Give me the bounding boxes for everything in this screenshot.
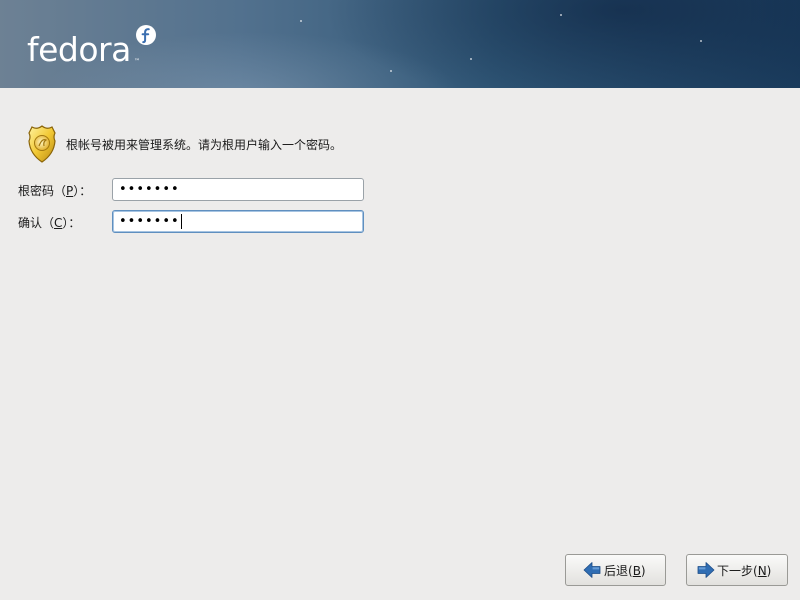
police-badge-icon bbox=[28, 125, 56, 163]
arrow-left-icon bbox=[583, 562, 601, 578]
back-button-label: 后退(B) bbox=[604, 562, 646, 579]
logo-wordmark: fedora bbox=[27, 30, 131, 69]
fedora-infinity-f-icon bbox=[136, 25, 156, 45]
confirm-password-value: ••••••• bbox=[119, 214, 180, 229]
banner-star bbox=[390, 70, 392, 72]
root-password-field[interactable]: ••••••• bbox=[112, 178, 364, 201]
intro-row: 根帐号被用来管理系统。请为根用户输入一个密码。 bbox=[26, 124, 342, 164]
text-caret bbox=[180, 214, 182, 229]
label-text: ) bbox=[766, 563, 772, 578]
banner-star bbox=[300, 20, 302, 22]
header-banner: fedora ™ bbox=[0, 0, 800, 88]
next-button-label: 下一步(N) bbox=[717, 562, 771, 579]
banner-star bbox=[560, 14, 562, 16]
confirm-password-field[interactable]: ••••••• bbox=[112, 210, 364, 233]
logo-trademark: ™ bbox=[134, 58, 140, 65]
mnemonic-letter: N bbox=[757, 563, 767, 578]
banner-star bbox=[700, 40, 702, 42]
intro-text: 根帐号被用来管理系统。请为根用户输入一个密码。 bbox=[66, 137, 343, 152]
root-password-value: ••••••• bbox=[119, 182, 180, 197]
label-text: ）： bbox=[73, 184, 92, 198]
confirm-password-label: 确认（C）： bbox=[18, 214, 80, 231]
next-button[interactable]: 下一步(N) bbox=[686, 554, 788, 586]
back-button[interactable]: 后退(B) bbox=[565, 554, 666, 586]
label-text: ) bbox=[640, 563, 646, 578]
label-text: 后退( bbox=[604, 563, 633, 578]
root-password-label: 根密码（P）： bbox=[18, 182, 91, 199]
label-text: 下一步( bbox=[717, 563, 758, 578]
banner-star bbox=[470, 58, 472, 60]
mnemonic-letter: B bbox=[632, 563, 641, 578]
arrow-right-icon bbox=[697, 562, 715, 578]
label-text: ）： bbox=[62, 216, 81, 230]
label-text: 根密码（ bbox=[18, 184, 67, 198]
label-text: 确认（ bbox=[18, 216, 55, 230]
